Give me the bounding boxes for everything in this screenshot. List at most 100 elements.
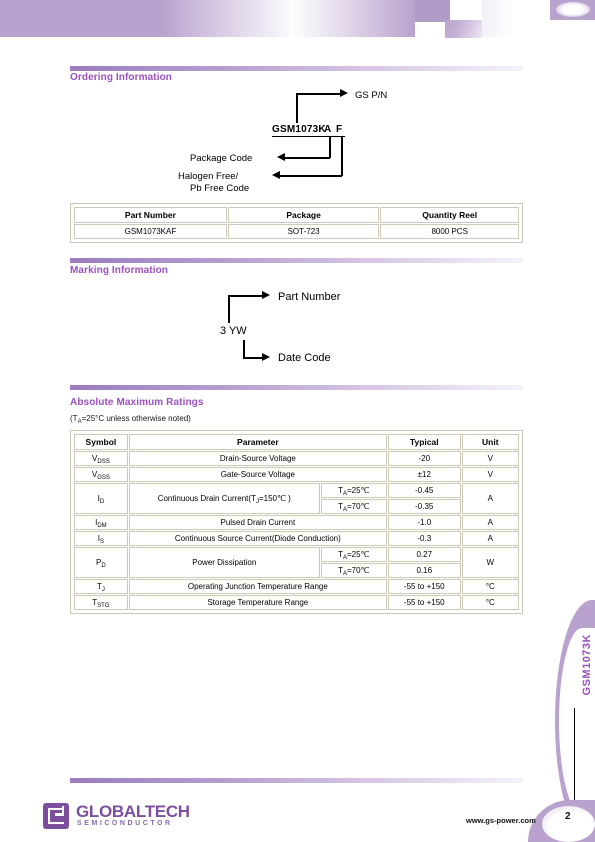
diagram-code-a: A xyxy=(324,124,332,135)
banner-block-4 xyxy=(290,0,415,37)
leader-line-halogen-vertical xyxy=(341,136,343,176)
ratings-unit-pd: W xyxy=(461,547,519,578)
banner-block-2 xyxy=(160,0,300,37)
label-marking-part-number: Part Number xyxy=(278,291,341,303)
banner-block-5 xyxy=(415,0,450,22)
ratings-typical-vgss: ±12 xyxy=(387,467,461,482)
section-title-ordering: Ordering Information xyxy=(70,72,172,83)
banner-block-1 xyxy=(0,0,160,37)
ordering-table-wrapper: Part Number Package Quantity Reel GSM107… xyxy=(70,203,523,243)
parameter-text: Continuous Drain Current(T xyxy=(157,494,256,503)
symbol-subscript: S xyxy=(100,538,105,545)
table-row: PD Power Dissipation TA=25℃ 0.27 W xyxy=(74,547,519,578)
ratings-symbol-is: IS xyxy=(74,531,128,546)
diagram-code-f: F xyxy=(336,124,343,135)
leader-line-halogen-horizontal xyxy=(280,175,342,177)
ratings-parameter-is: Continuous Source Current(Diode Conducti… xyxy=(128,531,387,546)
ratings-subtitle-pre: (T xyxy=(70,414,78,423)
label-marking-date-code: Date Code xyxy=(278,352,331,364)
ratings-subtitle-sub: A xyxy=(77,418,82,425)
company-tagline: SEMICONDUCTOR xyxy=(77,820,173,827)
cond-post: =70℃ xyxy=(346,502,370,511)
ratings-symbol-vdss: VDSS xyxy=(74,451,128,466)
part-number-underline xyxy=(272,136,345,138)
ratings-header-row: Symbol Parameter Typical Unit xyxy=(74,434,519,450)
table-row: VDSS Drain-Source Voltage -20 V xyxy=(74,451,519,466)
symbol-subscript: DM xyxy=(97,522,107,529)
divider-ratings xyxy=(70,385,523,390)
ratings-condition-id-25c: TA=25℃ xyxy=(320,483,387,498)
ratings-header-symbol: Symbol xyxy=(74,434,128,450)
page-top-banner xyxy=(0,0,595,42)
ratings-typical-is: -0.3 xyxy=(387,531,461,546)
ratings-symbol-tstg: TSTG xyxy=(74,595,128,610)
side-tab-part-label: GSM1073K xyxy=(581,634,593,696)
marking-leader-partnumber-horizontal xyxy=(228,295,263,297)
arrow-gspn xyxy=(340,89,348,97)
diagram-part-number-base: GSM1073K xyxy=(272,124,326,135)
arrow-package-code xyxy=(277,153,285,161)
ratings-typical-tj: -55 to +150 xyxy=(387,579,461,594)
arrow-halogen-free xyxy=(272,171,280,179)
ratings-subtitle: (TA=25°C unless otherwise noted) xyxy=(70,414,191,425)
ratings-typical-id-70c: -0.35 xyxy=(387,499,461,514)
ratings-parameter-tj: Operating Junction Temperature Range xyxy=(128,579,387,594)
cond-subscript: A xyxy=(342,506,347,513)
table-row: IS Continuous Source Current(Diode Condu… xyxy=(74,531,519,546)
ratings-parameter-vgss: Gate-Source Voltage xyxy=(128,467,387,482)
banner-block-6 xyxy=(415,22,445,37)
ordering-cell-part-number: GSM1073KAF xyxy=(74,224,227,239)
ratings-unit-id: A xyxy=(461,483,519,514)
ordering-header-quantity-reel: Quantity Reel xyxy=(380,207,519,223)
table-row: TSTG Storage Temperature Range -55 to +1… xyxy=(74,595,519,610)
cond-subscript: A xyxy=(342,570,347,577)
ratings-parameter-pd: Power Dissipation xyxy=(128,547,320,578)
ratings-symbol-vgss: VGSS xyxy=(74,467,128,482)
globaltech-logo-icon xyxy=(43,803,69,829)
ratings-parameter-id: Continuous Drain Current(TJ=150℃ ) xyxy=(128,483,320,514)
arrow-date-code xyxy=(262,353,270,361)
divider-marking xyxy=(70,258,523,263)
symbol-subscript: GSS xyxy=(97,474,110,481)
ratings-typical-id-25c: -0.45 xyxy=(387,483,461,498)
ratings-parameter-vdss: Drain-Source Voltage xyxy=(128,451,387,466)
cond-post: =25℃ xyxy=(346,550,370,559)
ratings-condition-pd-25c: TA=25℃ xyxy=(320,547,387,562)
ratings-symbol-pd: PD xyxy=(74,547,128,578)
divider-ordering xyxy=(70,66,523,71)
cond-subscript: A xyxy=(342,490,347,497)
symbol-subscript: DSS xyxy=(97,458,110,465)
ratings-symbol-id: ID xyxy=(74,483,128,514)
symbol-subscript: D xyxy=(101,562,106,569)
ratings-subtitle-post: =25°C unless otherwise noted) xyxy=(81,414,191,423)
table-row: ID Continuous Drain Current(TJ=150℃ ) TA… xyxy=(74,483,519,514)
page-number: 2 xyxy=(565,811,571,822)
divider-footer xyxy=(70,778,523,783)
ratings-header-typical: Typical xyxy=(387,434,461,450)
marking-leader-datecode-horizontal xyxy=(243,357,263,359)
banner-block-8 xyxy=(445,20,482,38)
banner-block-7 xyxy=(450,0,482,20)
company-name: GLOBALTECH xyxy=(76,802,190,821)
symbol-subscript: J xyxy=(101,586,105,593)
ratings-unit-tj: °C xyxy=(461,579,519,594)
cond-post: =25℃ xyxy=(346,486,370,495)
ratings-typical-idm: -1.0 xyxy=(387,515,461,530)
ordering-header-package: Package xyxy=(227,207,380,223)
logo-glyph-bar-vertical xyxy=(61,806,64,814)
banner-block-12 xyxy=(550,20,595,37)
leader-line-package-vertical xyxy=(329,136,331,158)
ordering-table-header-row: Part Number Package Quantity Reel xyxy=(74,207,519,223)
ratings-unit-vdss: V xyxy=(461,451,519,466)
absolute-maximum-ratings-table: Symbol Parameter Typical Unit VDSS Drain… xyxy=(73,433,520,611)
footer-website-url: www.gs-power.com xyxy=(466,816,536,825)
banner-block-9 xyxy=(482,0,514,37)
ratings-unit-idm: A xyxy=(461,515,519,530)
label-halogen-free-line2: Pb Free Code xyxy=(190,183,250,194)
ratings-condition-id-70c: TA=70℃ xyxy=(320,499,387,514)
label-gs-pn: GS P/N xyxy=(355,90,388,101)
ratings-unit-vgss: V xyxy=(461,467,519,482)
ratings-symbol-idm: IDM xyxy=(74,515,128,530)
table-row: GSM1073KAF SOT-723 8000 PCS xyxy=(74,224,519,239)
label-halogen-free-line1: Halogen Free/ xyxy=(178,171,239,182)
